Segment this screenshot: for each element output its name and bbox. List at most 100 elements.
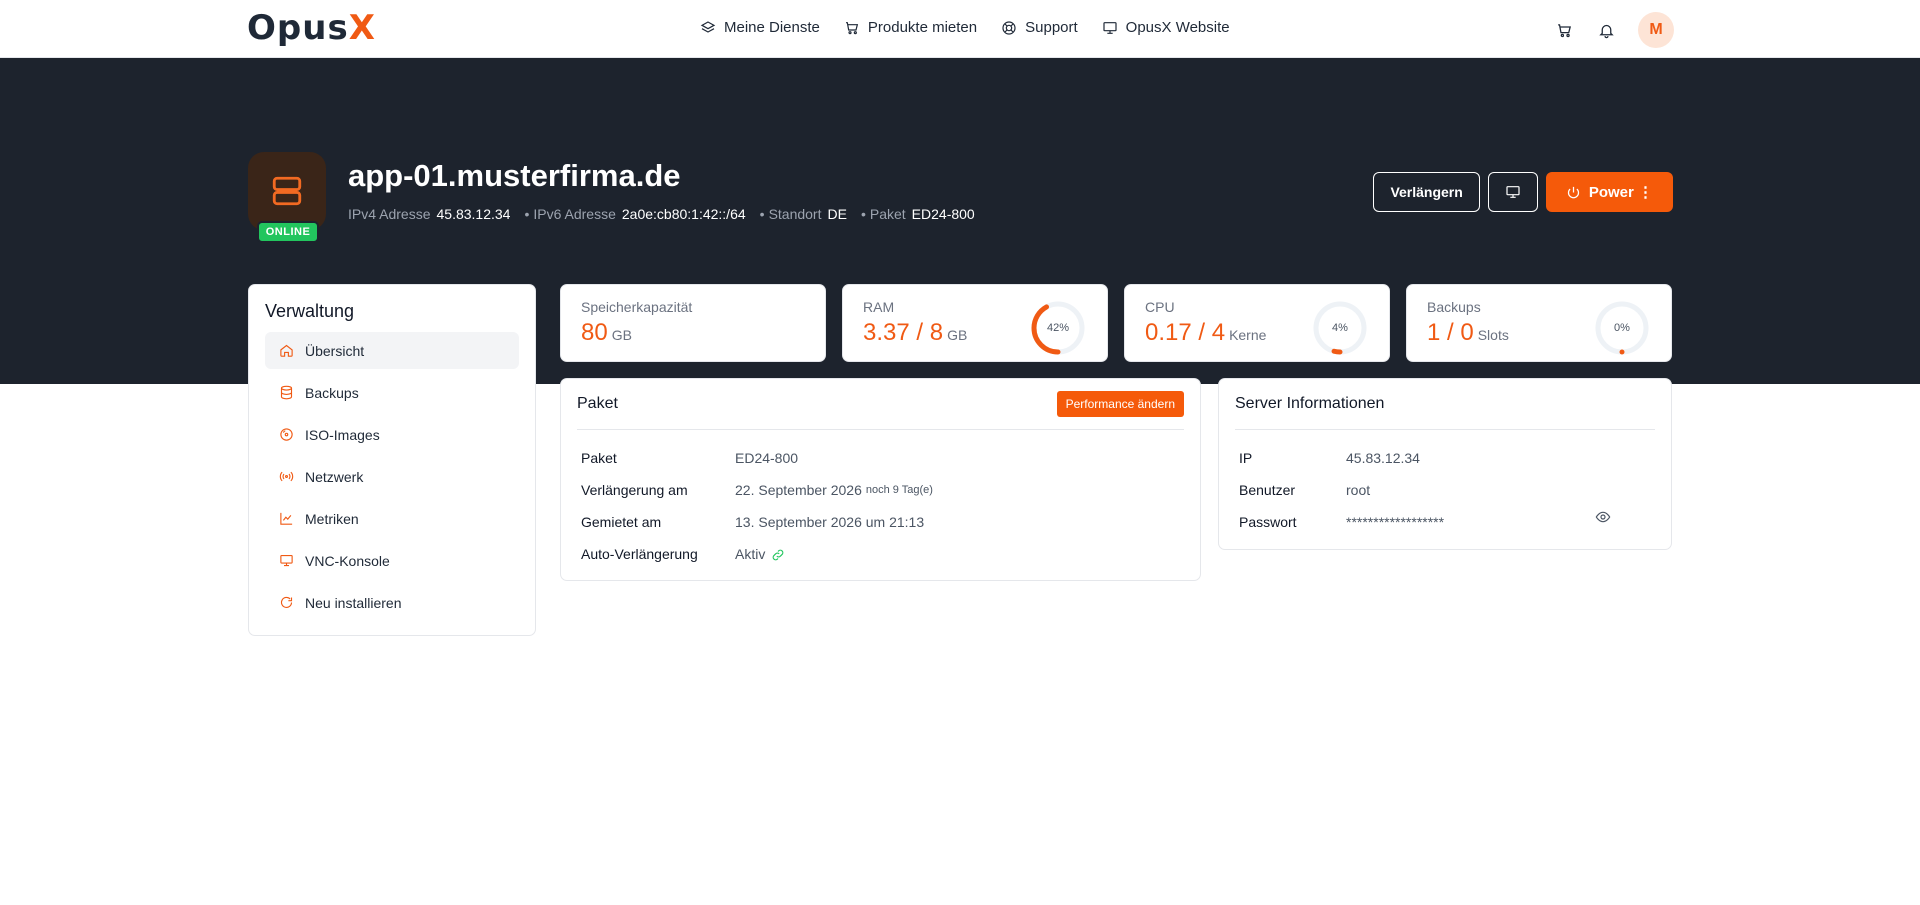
sidebar-item-label: ISO-Images	[305, 426, 380, 443]
sidebar-item-label: Netzwerk	[305, 468, 364, 485]
top-navbar: OpusX Meine Dienste Produkte mieten Supp…	[0, 0, 1920, 58]
sidebar-item-neu-installieren[interactable]: Neu installieren	[265, 584, 519, 621]
package-meta: • Paket ED24-800	[860, 206, 975, 222]
sidebar-item-backups[interactable]: Backups	[265, 374, 519, 411]
sidebar-item-label: VNC-Konsole	[305, 552, 390, 569]
power-icon	[1567, 186, 1579, 198]
stat-value: 3.37 / 8	[863, 319, 944, 346]
stat-value-line: 80 GB	[581, 319, 805, 347]
row-key: Gemietet am	[581, 514, 662, 530]
cart-button[interactable]	[1554, 20, 1574, 40]
sidebar-item-metriken[interactable]: Metriken	[265, 500, 519, 537]
sidebar-item-label: Übersicht	[305, 342, 365, 359]
server-info-title: Server Informationen	[1235, 395, 1385, 412]
stat-label: Speicherkapazität	[581, 299, 693, 315]
monitor-icon	[1506, 186, 1520, 198]
stat-ram: RAM 3.37 / 8 GB 42%	[842, 284, 1108, 362]
nav-label: Support	[1025, 19, 1078, 36]
renewal-row: Verlängerung am 22. September 2026 noch 9 …	[581, 474, 1180, 506]
sidebar-item-label: Backups	[305, 384, 359, 401]
lifebuoy-icon	[1002, 20, 1016, 35]
home-icon	[280, 344, 293, 357]
sidebar-item-vnc-konsole[interactable]: VNC-Konsole	[265, 542, 519, 579]
ram-gauge-label: 42%	[1046, 322, 1070, 334]
ipv4-label: IPv4 Adresse	[348, 206, 431, 222]
sidebar-item-netzwerk[interactable]: Netzwerk	[265, 458, 519, 495]
location-value: DE	[827, 206, 847, 222]
row-key: Passwort	[1239, 514, 1297, 530]
top-actions: M	[1554, 12, 1674, 48]
sidebar-item-uebersicht[interactable]: Übersicht	[265, 332, 519, 369]
package-card-title: Paket	[577, 395, 618, 412]
server-actions: Verlängern Power ⋮	[1373, 172, 1673, 212]
location-label: Standort	[768, 206, 822, 222]
nav-opusx-website[interactable]: OpusX Website	[1102, 19, 1230, 36]
monitor-icon	[280, 554, 293, 567]
stat-value: 80	[581, 319, 608, 346]
sidebar-item-iso-images[interactable]: ISO-Images	[265, 416, 519, 453]
sidebar-item-label: Neu installieren	[305, 594, 402, 611]
avatar[interactable]: M	[1638, 12, 1674, 48]
change-performance-button[interactable]: Performance ändern	[1056, 391, 1184, 417]
stat-unit: Kerne	[1229, 327, 1267, 343]
ipv6-meta: • IPv6 Adresse 2a0e:cb80:1:42::/64	[524, 206, 746, 222]
nav-label: Meine Dienste	[724, 19, 820, 36]
row-key: Auto-Verlängerung	[581, 546, 698, 562]
row-value: Aktiv	[735, 546, 766, 562]
stat-unit: Slots	[1477, 327, 1509, 343]
package-card: Paket Performance ändern Paket ED24-800 V…	[560, 378, 1201, 581]
stat-unit: GB	[611, 327, 632, 343]
renew-button[interactable]: Verlängern	[1373, 172, 1480, 212]
signal-icon	[279, 471, 294, 482]
stat-unit: GB	[947, 327, 968, 343]
sidebar-item-label: Metriken	[305, 510, 359, 527]
main-nav: Meine Dienste Produkte mieten Support Op…	[700, 19, 1230, 36]
row-key: Verlängerung am	[581, 482, 688, 498]
server-hostname: app-01.musterfirma.de	[348, 158, 681, 193]
ipv4-meta: IPv4 Adresse 45.83.12.34	[348, 206, 510, 222]
power-label: Power ⋮	[1588, 184, 1653, 201]
database-icon	[280, 385, 293, 400]
show-password-button[interactable]	[1595, 509, 1611, 525]
link-icon[interactable]	[765, 546, 785, 562]
server-info-header: Server Informationen	[1219, 379, 1671, 429]
location-meta: • Standort DE	[759, 206, 847, 222]
console-button[interactable]	[1487, 172, 1538, 212]
server-icon	[272, 176, 302, 206]
nav-produkte-mieten[interactable]: Produkte mieten	[844, 19, 977, 36]
cart-icon	[845, 21, 858, 34]
row-value: ED24-800	[735, 450, 799, 466]
nav-support[interactable]: Support	[1001, 19, 1078, 36]
monitor-icon	[1103, 21, 1117, 34]
opusx-logo[interactable]: OpusX	[247, 8, 376, 48]
cart-icon	[1557, 23, 1571, 37]
refresh-icon	[281, 596, 293, 608]
status-badge: ONLINE	[257, 221, 319, 243]
package-value: ED24-800	[911, 206, 975, 222]
logo-accent: X	[348, 8, 376, 48]
stat-value: 1 / 0	[1427, 319, 1474, 346]
chart-icon	[280, 512, 293, 525]
notifications-button[interactable]	[1596, 20, 1616, 40]
ipv6-value: 2a0e:cb80:1:42::/64	[621, 206, 746, 222]
stat-storage: Speicherkapazität 80 GB	[560, 284, 826, 362]
row-value: 13. September 2026 um 21:13	[735, 514, 925, 530]
layers-icon	[700, 20, 716, 33]
sidebar-title: Verwaltung	[265, 301, 355, 321]
rented-row: Gemietet am 13. September 2026 um 21:13	[581, 506, 1180, 538]
ipv6-label: IPv6 Adresse	[533, 206, 616, 222]
stat-value: 0.17 / 4	[1145, 319, 1226, 346]
logo-text: Opus	[247, 8, 349, 48]
power-button[interactable]: Power ⋮	[1545, 172, 1673, 212]
nav-label: OpusX Website	[1125, 19, 1230, 36]
row-value: 22. September 2026	[735, 482, 862, 498]
sidebar: Verwaltung Übersicht Backups ISO-Images …	[248, 284, 536, 636]
package-card-header: Paket Performance ändern	[561, 379, 1200, 429]
stat-backups: Backups 1 / 0 Slots 0%	[1406, 284, 1672, 362]
nav-meine-dienste[interactable]: Meine Dienste	[700, 19, 820, 36]
auto-renew-row: Auto-Verlängerung Aktiv	[581, 538, 1180, 570]
cpu-gauge-label: 4%	[1332, 322, 1348, 334]
bell-icon	[1598, 24, 1614, 38]
row-value: 45.83.12.34	[1346, 450, 1420, 466]
remaining-days: noch 9 Tag(e)	[865, 484, 933, 496]
